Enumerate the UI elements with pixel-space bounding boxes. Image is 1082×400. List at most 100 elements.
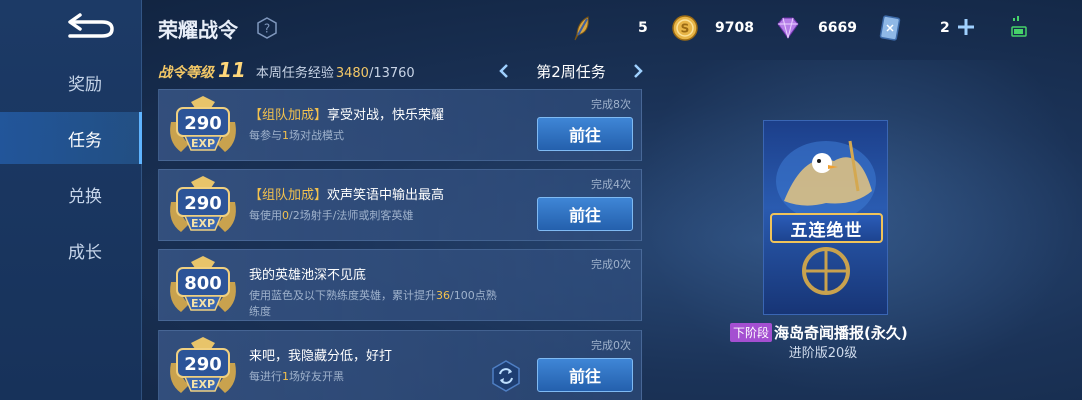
page-title: 荣耀战令 [158, 18, 238, 42]
task-title: 我的英雄池深不见底 [249, 264, 366, 283]
next-week-button[interactable] [630, 62, 646, 80]
exp-total: /13760 [368, 66, 415, 81]
reward-preview-card[interactable]: 五连绝世 [763, 120, 888, 315]
feather-token-icon [574, 16, 589, 41]
exp-amount: 290 [184, 354, 222, 375]
task-card: 290 EXP 【组队加成】享受对战，快乐荣耀 每参与1场对战模式 完成8次 前… [158, 89, 642, 161]
completion-count: 完成4次 [591, 178, 631, 191]
currency-value: 9708 [715, 20, 754, 36]
task-card: 290 EXP 来吧，我隐藏分低，好打 每进行1场好友开黑 完成0次 前往 [158, 330, 642, 400]
question-icon: ? [257, 17, 277, 39]
desc-text: 每使用 [249, 209, 282, 222]
completion-count: 完成8次 [591, 98, 631, 111]
sidebar-item-label: 兑换 [68, 186, 102, 207]
exp-badge: 290 EXP [170, 96, 236, 152]
exp-amount: 290 [184, 113, 222, 134]
exp-unit: EXP [191, 297, 215, 310]
level-number: 11 [218, 58, 246, 82]
task-desc: 每参与1场对战模式 [249, 128, 499, 144]
currency-value: 6669 [818, 20, 857, 36]
sidebar-item-label: 任务 [68, 130, 102, 151]
desc-highlight: 1 [282, 129, 289, 142]
week-label: 第2周任务 [536, 62, 606, 81]
desc-text: 每进行 [249, 370, 282, 383]
desc-text: 场好友开黑 [289, 370, 344, 383]
sidebar-item-tasks[interactable]: 任务 [0, 112, 142, 164]
exp-badge: 290 EXP [170, 176, 236, 232]
signal-battery-icon [1011, 16, 1027, 37]
go-button[interactable]: 前往 [537, 197, 633, 231]
refresh-icon [492, 360, 520, 392]
task-desc: 使用蓝色及以下熟练度英雄，累计提升36/100点熟练度 [249, 288, 499, 320]
exp-current: 3480 [335, 66, 369, 81]
sidebar-item-rewards[interactable]: 奖励 [0, 56, 142, 108]
task-card: 800 EXP 我的英雄池深不见底 使用蓝色及以下熟练度英雄，累计提升36/10… [158, 249, 642, 321]
desc-text: 每参与 [249, 129, 282, 142]
exp-amount: 290 [184, 193, 222, 214]
gold-coin-icon: S [672, 15, 698, 41]
team-bonus-tag: 【组队加成】 [249, 108, 328, 123]
task-title: 来吧，我隐藏分低，好打 [249, 345, 392, 364]
exp-amount: 800 [184, 273, 222, 294]
back-arrow-icon [68, 13, 114, 38]
level-label: 战令等级 [158, 65, 214, 81]
desc-text: /2场射手/法师或刺客英雄 [289, 209, 414, 222]
currency-gold: S 9708 [671, 14, 754, 42]
completion-count: 完成0次 [591, 339, 631, 352]
plus-icon [958, 19, 974, 35]
purple-diamond-icon [777, 17, 799, 39]
task-title-text: 来吧，我隐藏分低，好打 [249, 349, 393, 364]
chevron-right-icon [634, 64, 643, 78]
sidebar-item-label: 成长 [68, 242, 102, 263]
exp-label: 本周任务经验 [255, 66, 334, 81]
refresh-button[interactable] [489, 359, 523, 393]
svg-text:?: ? [264, 22, 270, 36]
back-button[interactable] [62, 12, 118, 40]
reward-name-line: 下阶段 海岛奇闻播报(永久) [730, 322, 908, 343]
task-title-text: 欢声笑语中输出最高 [327, 188, 445, 203]
desc-highlight: 0 [282, 209, 289, 222]
currency-diamond: 6669 [774, 14, 857, 42]
task-desc: 每进行1场好友开黑 [249, 369, 499, 385]
task-card: 290 EXP 【组队加成】欢声笑语中输出最高 每使用0/2场射手/法师或刺客英… [158, 169, 642, 241]
sidebar: 奖励 任务 兑换 成长 [0, 0, 142, 400]
add-ticket-button[interactable] [955, 16, 977, 38]
sidebar-item-label: 奖励 [68, 74, 102, 95]
currency-ticket: 2 [876, 14, 950, 42]
svg-text:S: S [681, 22, 690, 36]
task-title: 【组队加成】享受对战，快乐荣耀 [249, 104, 444, 123]
task-title: 【组队加成】欢声笑语中输出最高 [249, 184, 444, 203]
next-stage-tag: 下阶段 [730, 323, 773, 342]
go-button[interactable]: 前往 [537, 117, 633, 151]
team-bonus-tag: 【组队加成】 [249, 188, 328, 203]
week-navigator: 第2周任务 [496, 58, 646, 84]
reward-card-title: 五连绝世 [770, 213, 883, 243]
exp-unit: EXP [191, 137, 215, 150]
currency-value: 5 [638, 20, 648, 36]
task-desc: 每使用0/2场射手/法师或刺客英雄 [249, 208, 499, 224]
signal-indicator [1010, 15, 1028, 39]
exp-unit: EXP [191, 217, 215, 230]
exp-badge: 800 EXP [170, 256, 236, 312]
desc-text: 使用蓝色及以下熟练度英雄，累计提升 [249, 289, 436, 302]
currency-feather: 5 [568, 14, 648, 42]
completion-count: 完成0次 [591, 258, 631, 271]
desc-text: 场对战模式 [289, 129, 344, 142]
level-progress: 战令等级 11 本周任务经验 3480 /13760 [158, 58, 415, 82]
exp-unit: EXP [191, 378, 215, 391]
prev-week-button[interactable] [496, 62, 512, 80]
currency-value: 2 [940, 20, 950, 36]
card-ticket-icon [879, 15, 901, 41]
go-button[interactable]: 前往 [537, 358, 633, 392]
reward-unlock-level: 进阶版20级 [788, 346, 858, 361]
help-button[interactable]: ? [256, 17, 278, 39]
desc-highlight: 36 [436, 289, 450, 302]
task-title-text: 我的英雄池深不见底 [249, 268, 367, 283]
exp-badge: 290 EXP [170, 337, 236, 393]
desc-highlight: 1 [282, 370, 289, 383]
reward-name: 海岛奇闻播报(永久) [774, 324, 908, 342]
sidebar-item-exchange[interactable]: 兑换 [0, 168, 142, 220]
chevron-left-icon [499, 64, 508, 78]
task-title-text: 享受对战，快乐荣耀 [327, 108, 445, 123]
sidebar-item-growth[interactable]: 成长 [0, 224, 142, 276]
